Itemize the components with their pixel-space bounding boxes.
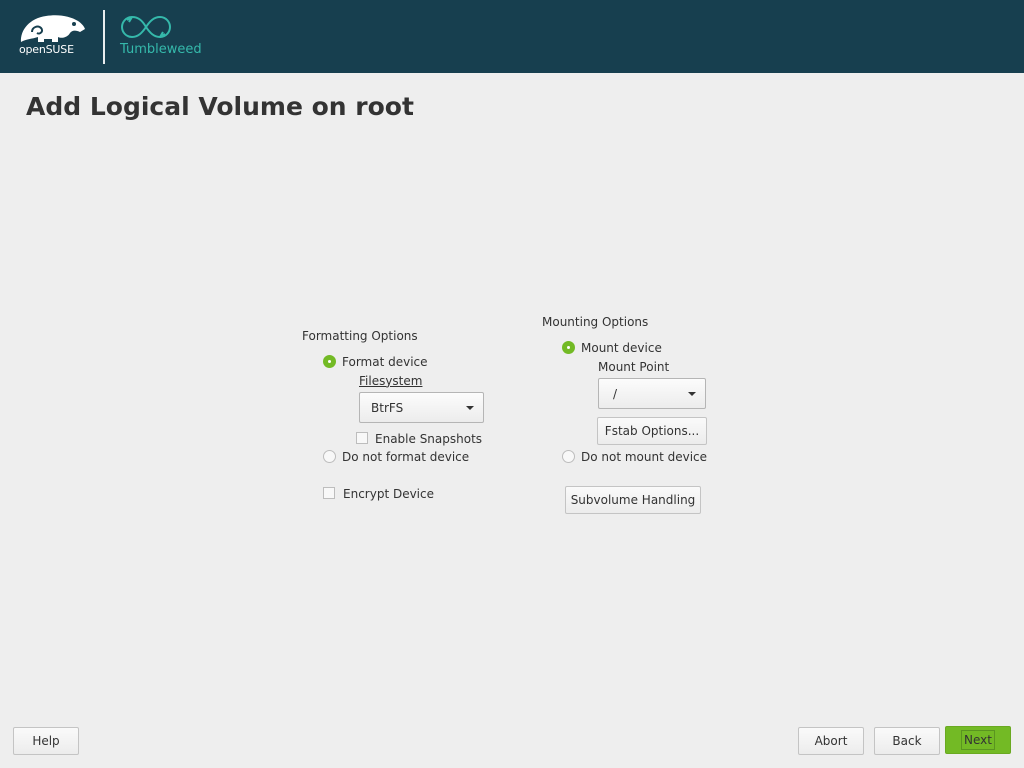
subvolume-handling-button[interactable]: Subvolume Handling — [565, 486, 701, 514]
do-not-format-radio[interactable] — [323, 450, 336, 463]
do-not-format-label[interactable]: Do not format device — [342, 450, 469, 464]
logo-divider — [103, 10, 105, 64]
help-button[interactable]: Help — [13, 727, 79, 755]
mount-point-label: Mount Point — [598, 360, 670, 374]
abort-button[interactable]: Abort — [798, 727, 864, 755]
format-device-radio[interactable] — [323, 355, 336, 368]
encrypt-device-label[interactable]: Encrypt Device — [343, 487, 434, 501]
encrypt-device-checkbox[interactable] — [323, 487, 335, 499]
formatting-options-heading: Formatting Options — [302, 329, 418, 343]
enable-snapshots-checkbox[interactable] — [356, 432, 368, 444]
brand-name: openSUSE — [19, 43, 74, 56]
mounting-options-heading: Mounting Options — [542, 315, 649, 329]
filesystem-value: BtrFS — [371, 401, 404, 415]
filesystem-select[interactable]: BtrFS — [359, 392, 484, 423]
mount-point-value: / — [613, 387, 618, 401]
chevron-down-icon — [466, 406, 474, 410]
fstab-options-button[interactable]: Fstab Options... — [597, 417, 707, 445]
mount-device-label[interactable]: Mount device — [581, 341, 662, 355]
mount-point-select[interactable]: / — [598, 378, 706, 409]
tumbleweed-infinity-icon: Tumbleweed — [118, 14, 208, 62]
format-device-label[interactable]: Format device — [342, 355, 428, 369]
product-name: Tumbleweed — [120, 42, 202, 57]
chevron-down-icon — [688, 392, 696, 396]
mount-device-radio[interactable] — [562, 341, 575, 354]
filesystem-label: Filesystem — [359, 374, 423, 388]
header-banner: openSUSE Tumbleweed — [0, 0, 1024, 73]
opensuse-chameleon-icon: openSUSE — [18, 12, 88, 60]
do-not-mount-radio[interactable] — [562, 450, 575, 463]
next-button-label: Next — [961, 730, 995, 750]
page-title: Add Logical Volume on root — [26, 92, 414, 121]
enable-snapshots-label[interactable]: Enable Snapshots — [375, 432, 482, 446]
next-button[interactable]: Next — [945, 726, 1011, 754]
back-button[interactable]: Back — [874, 727, 940, 755]
do-not-mount-label[interactable]: Do not mount device — [581, 450, 707, 464]
